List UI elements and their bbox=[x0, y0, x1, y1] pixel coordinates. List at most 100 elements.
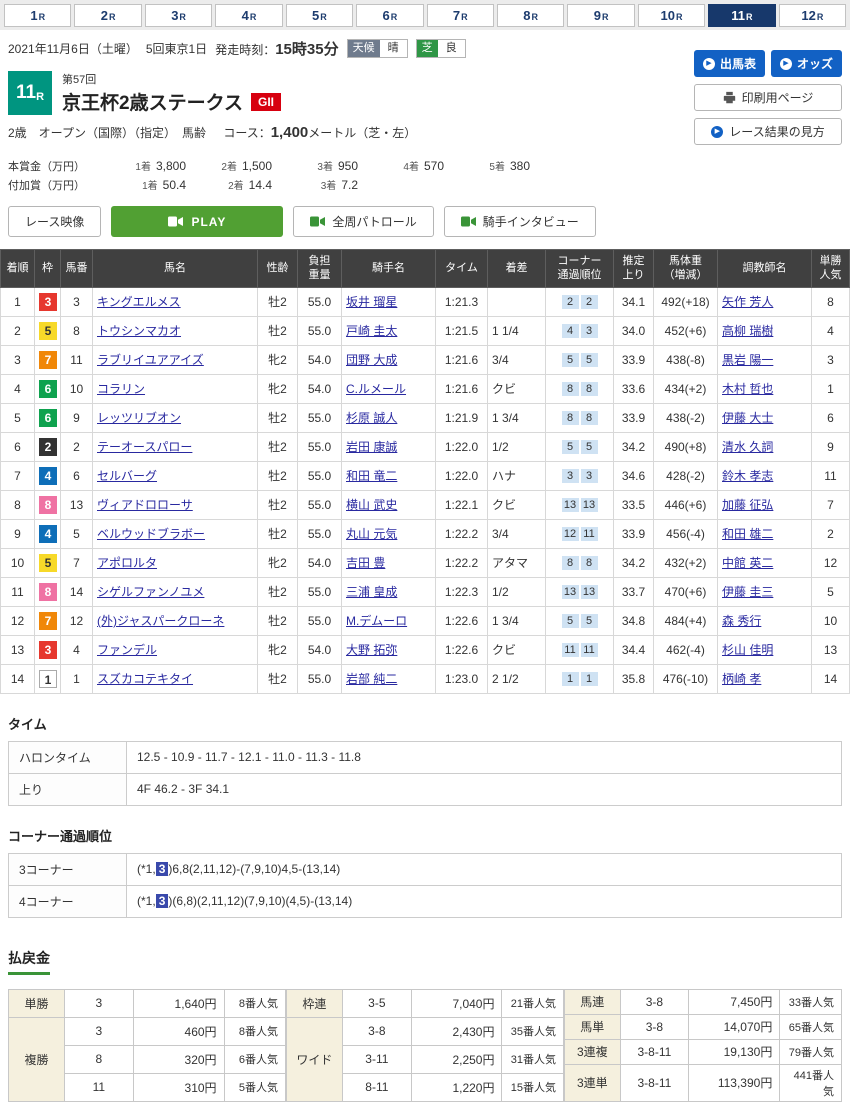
race-tab-1r[interactable]: 1R bbox=[4, 4, 71, 27]
horse-name-link[interactable]: キングエルメス bbox=[97, 295, 181, 309]
entry-table-button[interactable]: ▶ 出馬表 bbox=[694, 50, 765, 77]
horse-name-link[interactable]: テーオースパロー bbox=[97, 440, 192, 454]
finish-time: 1:21.9 bbox=[436, 403, 488, 432]
payout-row: ワイド3-82,430円35番人気 bbox=[287, 1017, 564, 1045]
prize-place: 2着 bbox=[228, 179, 244, 194]
jockey-link[interactable]: 横山 武史 bbox=[346, 498, 397, 512]
trainer-link[interactable]: 加藤 征弘 bbox=[722, 498, 773, 512]
trainer-link[interactable]: 中館 英二 bbox=[722, 556, 773, 570]
trainer-link[interactable]: 黒岩 陽一 bbox=[722, 353, 773, 367]
jockey-link[interactable]: 丸山 元気 bbox=[346, 527, 397, 541]
race-conditions: 2歳 オープン（国際）（指定） 馬齢 コース：1,400メートル（芝・左） bbox=[8, 124, 694, 141]
frame-badge: 5 bbox=[39, 322, 57, 340]
prize-place: 3着 bbox=[321, 179, 337, 194]
trainer-link[interactable]: 木村 哲也 bbox=[722, 382, 773, 396]
course-detail: メートル（芝・左） bbox=[308, 126, 416, 140]
race-tab-3r[interactable]: 3R bbox=[145, 4, 212, 27]
horse-name-link[interactable]: ベルウッドブラボー bbox=[97, 527, 205, 541]
horse-name-link[interactable]: アポロルタ bbox=[97, 556, 157, 570]
odds-button[interactable]: ▶ オッズ bbox=[771, 50, 842, 77]
race-tab-9r[interactable]: 9R bbox=[567, 4, 634, 27]
frame-badge: 8 bbox=[39, 496, 57, 514]
jockey-link[interactable]: 岩田 康誠 bbox=[346, 440, 397, 454]
result-guide-button[interactable]: ▶ レース結果の見方 bbox=[694, 118, 842, 145]
horse-name-link[interactable]: シゲルファンノユメ bbox=[97, 585, 204, 599]
trainer-link[interactable]: 高柳 瑞樹 bbox=[722, 324, 773, 338]
trainer-link[interactable]: 柄崎 孝 bbox=[722, 672, 761, 686]
jockey-link[interactable]: 吉田 豊 bbox=[346, 556, 385, 570]
jockey-link[interactable]: C.ルメール bbox=[346, 382, 406, 396]
value-text: (*1, bbox=[137, 894, 156, 908]
trainer-link[interactable]: 矢作 芳人 bbox=[722, 295, 773, 309]
corner-positions: 55 bbox=[546, 432, 614, 461]
sex-age: 牡2 bbox=[258, 432, 298, 461]
finish-time: 1:21.6 bbox=[436, 345, 488, 374]
jockey-link[interactable]: 岩部 純二 bbox=[346, 672, 397, 686]
trainer-link[interactable]: 杉山 佳明 bbox=[722, 643, 773, 657]
results-column-header: 馬番 bbox=[61, 250, 93, 288]
corner-row-value: (*1,3)(6,8)(2,11,12)(7,9,10)(4,5)-(13,14… bbox=[127, 885, 842, 917]
trainer-link[interactable]: 伊藤 大士 bbox=[722, 411, 773, 425]
prize-amount: 50.4 bbox=[163, 176, 186, 194]
jockey-link[interactable]: 和田 竜二 bbox=[346, 469, 397, 483]
corner-position-box: 13 bbox=[581, 498, 598, 512]
horse-name-link[interactable]: スズカコテキタイ bbox=[97, 672, 193, 686]
corner-position-box: 2 bbox=[581, 295, 598, 309]
jockey-link[interactable]: M.デムーロ bbox=[346, 614, 407, 628]
race-tab-12r[interactable]: 12R bbox=[779, 4, 846, 27]
payout-row: 馬単3-814,070円65番人気 bbox=[565, 1014, 842, 1039]
trainer-link[interactable]: 鈴木 孝志 bbox=[722, 469, 773, 483]
trainer-link[interactable]: 清水 久詞 bbox=[722, 440, 773, 454]
frame-cell: 6 bbox=[35, 403, 61, 432]
prize-pair: 4着570 bbox=[358, 157, 444, 175]
horse-name-link[interactable]: ファンデル bbox=[97, 643, 157, 657]
horse-name-link[interactable]: コラリン bbox=[97, 382, 145, 396]
jockey-link[interactable]: 三浦 皇成 bbox=[346, 585, 397, 599]
horse-name-link[interactable]: (外)ジャスパークローネ bbox=[97, 614, 224, 628]
results-header-row: 着順枠馬番馬名性齢負担 重量騎手名タイム着差コーナー 通過順位推定 上り馬体重 … bbox=[1, 250, 850, 288]
corner-position-box: 8 bbox=[581, 382, 598, 396]
bet-type-label: 3連複 bbox=[565, 1039, 621, 1064]
trainer-link[interactable]: 伊藤 圭三 bbox=[722, 585, 773, 599]
start-time-value: 15時35分 bbox=[275, 41, 338, 58]
play-video-button[interactable]: PLAY bbox=[111, 206, 283, 237]
payout-amount: 7,450円 bbox=[689, 989, 780, 1014]
horse-name-link[interactable]: トウシンマカオ bbox=[97, 324, 181, 338]
race-tab-10r[interactable]: 10R bbox=[638, 4, 705, 27]
print-page-button[interactable]: 印刷用ページ bbox=[694, 84, 842, 111]
jockey-link[interactable]: 坂井 瑠星 bbox=[346, 295, 397, 309]
jockey-link[interactable]: 団野 大成 bbox=[346, 353, 397, 367]
jockey-link[interactable]: 戸崎 圭太 bbox=[346, 324, 397, 338]
horse-name-link[interactable]: ラブリイユアアイズ bbox=[97, 353, 204, 367]
race-tab-7r[interactable]: 7R bbox=[427, 4, 494, 27]
race-tab-8r[interactable]: 8R bbox=[497, 4, 564, 27]
prize-place: 5着 bbox=[489, 160, 505, 175]
horse-name-link[interactable]: レッツリブオン bbox=[97, 411, 181, 425]
jockey-cell: 和田 竜二 bbox=[342, 461, 436, 490]
jockey-interview-button[interactable]: 騎手インタビュー bbox=[444, 206, 596, 237]
horse-name-link[interactable]: ヴィアドロローサ bbox=[97, 498, 193, 512]
media-button-row: レース映像 PLAY 全周パトロール 騎手インタビュー bbox=[0, 206, 850, 237]
bet-type-label: 馬単 bbox=[565, 1014, 621, 1039]
race-tab-4r[interactable]: 4R bbox=[215, 4, 282, 27]
finish-position: 12 bbox=[1, 606, 35, 635]
race-video-button[interactable]: レース映像 bbox=[8, 206, 101, 237]
trainer-link[interactable]: 和田 雄二 bbox=[722, 527, 773, 541]
horse-name-cell: キングエルメス bbox=[93, 287, 258, 316]
race-tab-11r[interactable]: 11R bbox=[708, 4, 775, 27]
jockey-link[interactable]: 杉原 誠人 bbox=[346, 411, 397, 425]
finish-position: 11 bbox=[1, 577, 35, 606]
race-tab-5r[interactable]: 5R bbox=[286, 4, 353, 27]
last-3f-time: 33.6 bbox=[614, 374, 654, 403]
patrol-video-button[interactable]: 全周パトロール bbox=[293, 206, 433, 237]
jockey-link[interactable]: 大野 拓弥 bbox=[346, 643, 397, 657]
sex-age: 牡2 bbox=[258, 403, 298, 432]
sex-age: 牡2 bbox=[258, 664, 298, 693]
last-3f-time: 34.2 bbox=[614, 432, 654, 461]
trainer-link[interactable]: 森 秀行 bbox=[722, 614, 761, 628]
race-tab-2r[interactable]: 2R bbox=[74, 4, 141, 27]
frame-badge: 3 bbox=[39, 293, 57, 311]
race-tab-6r[interactable]: 6R bbox=[356, 4, 423, 27]
corner-position-box: 3 bbox=[581, 469, 598, 483]
horse-name-link[interactable]: セルバーグ bbox=[97, 469, 157, 483]
